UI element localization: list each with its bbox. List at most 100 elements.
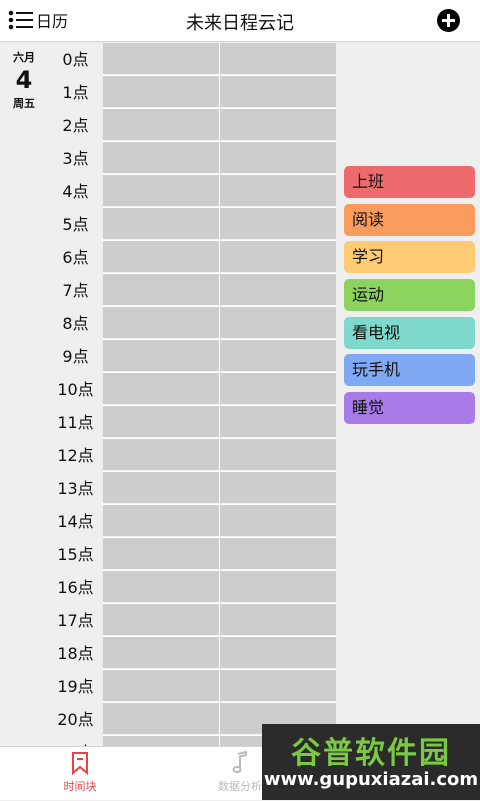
time-row [103, 604, 336, 637]
time-row [103, 241, 336, 274]
date-weekday: 周五 [13, 97, 35, 110]
time-row [103, 538, 336, 571]
time-block-cell[interactable] [220, 637, 336, 669]
activity-chip[interactable]: 学习 [344, 241, 475, 274]
date-display[interactable]: 六月 4 周五 [0, 43, 48, 111]
time-block-cell[interactable] [220, 241, 336, 273]
tab-time-block-label: 时间块 [63, 780, 97, 793]
plus-circle-icon[interactable] [437, 9, 460, 32]
activity-chip[interactable]: 玩手机 [344, 354, 475, 387]
time-block-cell[interactable] [103, 241, 219, 273]
hour-label: 19点 [57, 677, 94, 696]
hour-label: 0点 [62, 50, 89, 69]
hour-label: 16点 [57, 578, 94, 597]
time-row [103, 571, 336, 604]
tab-time-block[interactable]: 时间块 [0, 747, 160, 801]
hour-label: 2点 [62, 116, 89, 135]
time-block-cell[interactable] [220, 109, 336, 141]
time-block-cell[interactable] [220, 670, 336, 702]
top-bar: 日历 未来日程云记 [0, 0, 480, 42]
watermark-logo: 谷普软件园 www.gupuxiazai.com [262, 724, 480, 800]
time-row [103, 307, 336, 340]
time-row [103, 373, 336, 406]
time-block-cell[interactable] [103, 307, 219, 339]
time-row [103, 109, 336, 142]
time-block-cell[interactable] [220, 571, 336, 603]
watermark-url: www.gupuxiazai.com [263, 769, 479, 790]
time-block-cell[interactable] [103, 538, 219, 570]
time-block-cell[interactable] [103, 340, 219, 372]
time-block-cell[interactable] [103, 472, 219, 504]
activity-chip[interactable]: 运动 [344, 279, 475, 312]
hour-label: 8点 [62, 314, 89, 333]
time-block-cell[interactable] [220, 142, 336, 174]
time-block-cell[interactable] [220, 76, 336, 108]
time-block-cell[interactable] [103, 274, 219, 306]
page-title: 未来日程云记 [186, 13, 294, 34]
time-row [103, 439, 336, 472]
bookmark-icon [72, 752, 88, 775]
hour-label: 13点 [57, 479, 94, 498]
time-block-cell[interactable] [103, 637, 219, 669]
hour-label: 11点 [57, 413, 94, 432]
hour-label: 1点 [62, 83, 89, 102]
time-block-cell[interactable] [103, 670, 219, 702]
time-block-cell[interactable] [220, 208, 336, 240]
activity-chip[interactable]: 看电视 [344, 316, 475, 349]
hour-label: 7点 [62, 281, 89, 300]
music-note-icon [232, 751, 247, 774]
hour-label: 9点 [62, 347, 89, 366]
time-row [103, 472, 336, 505]
time-block-cell[interactable] [220, 373, 336, 405]
activity-chip[interactable]: 上班 [344, 166, 475, 198]
time-block-cell[interactable] [103, 76, 219, 108]
time-block-cell[interactable] [220, 274, 336, 306]
time-row [103, 274, 336, 307]
activity-chip[interactable]: 阅读 [344, 203, 475, 236]
time-block-cell[interactable] [220, 340, 336, 372]
time-block-cell[interactable] [103, 505, 219, 537]
time-block-cell[interactable] [103, 604, 219, 636]
time-block-cell[interactable] [103, 703, 219, 735]
hour-label: 12点 [57, 446, 94, 465]
time-block-cell[interactable] [103, 175, 219, 207]
hour-label: 5点 [62, 215, 89, 234]
time-block-cell[interactable] [103, 571, 219, 603]
time-row [103, 406, 336, 439]
hour-label: 17点 [57, 611, 94, 630]
hour-label: 20点 [57, 710, 94, 729]
time-block-cell[interactable] [220, 505, 336, 537]
time-block-cell[interactable] [103, 142, 219, 174]
time-block-cell[interactable] [220, 175, 336, 207]
time-block-cell[interactable] [103, 439, 219, 471]
time-block-cell[interactable] [103, 373, 219, 405]
activity-chip[interactable]: 睡觉 [344, 392, 475, 425]
time-block-cell[interactable] [103, 208, 219, 240]
time-block-grid [103, 43, 336, 746]
time-block-cell[interactable] [220, 439, 336, 471]
time-block-cell[interactable] [220, 472, 336, 504]
time-row [103, 340, 336, 373]
hour-label: 6点 [62, 248, 89, 267]
hour-label: 10点 [57, 380, 94, 399]
time-block-cell[interactable] [103, 43, 219, 75]
time-block-cell[interactable] [103, 406, 219, 438]
date-day: 4 [15, 66, 33, 94]
time-row [103, 43, 336, 76]
time-block-cell[interactable] [220, 406, 336, 438]
time-block-cell[interactable] [220, 43, 336, 75]
time-row [103, 670, 336, 703]
time-block-cell[interactable] [220, 604, 336, 636]
time-block-cell[interactable] [220, 538, 336, 570]
hour-label: 4点 [62, 182, 89, 201]
time-block-cell[interactable] [103, 736, 219, 746]
hour-label: 3点 [62, 149, 89, 168]
hour-label: 15点 [57, 545, 94, 564]
date-month: 六月 [13, 51, 35, 64]
time-row [103, 175, 336, 208]
time-row [103, 208, 336, 241]
time-row [103, 142, 336, 175]
time-block-cell[interactable] [103, 109, 219, 141]
time-block-cell[interactable] [220, 307, 336, 339]
watermark-title: 谷普软件园 [291, 736, 451, 771]
